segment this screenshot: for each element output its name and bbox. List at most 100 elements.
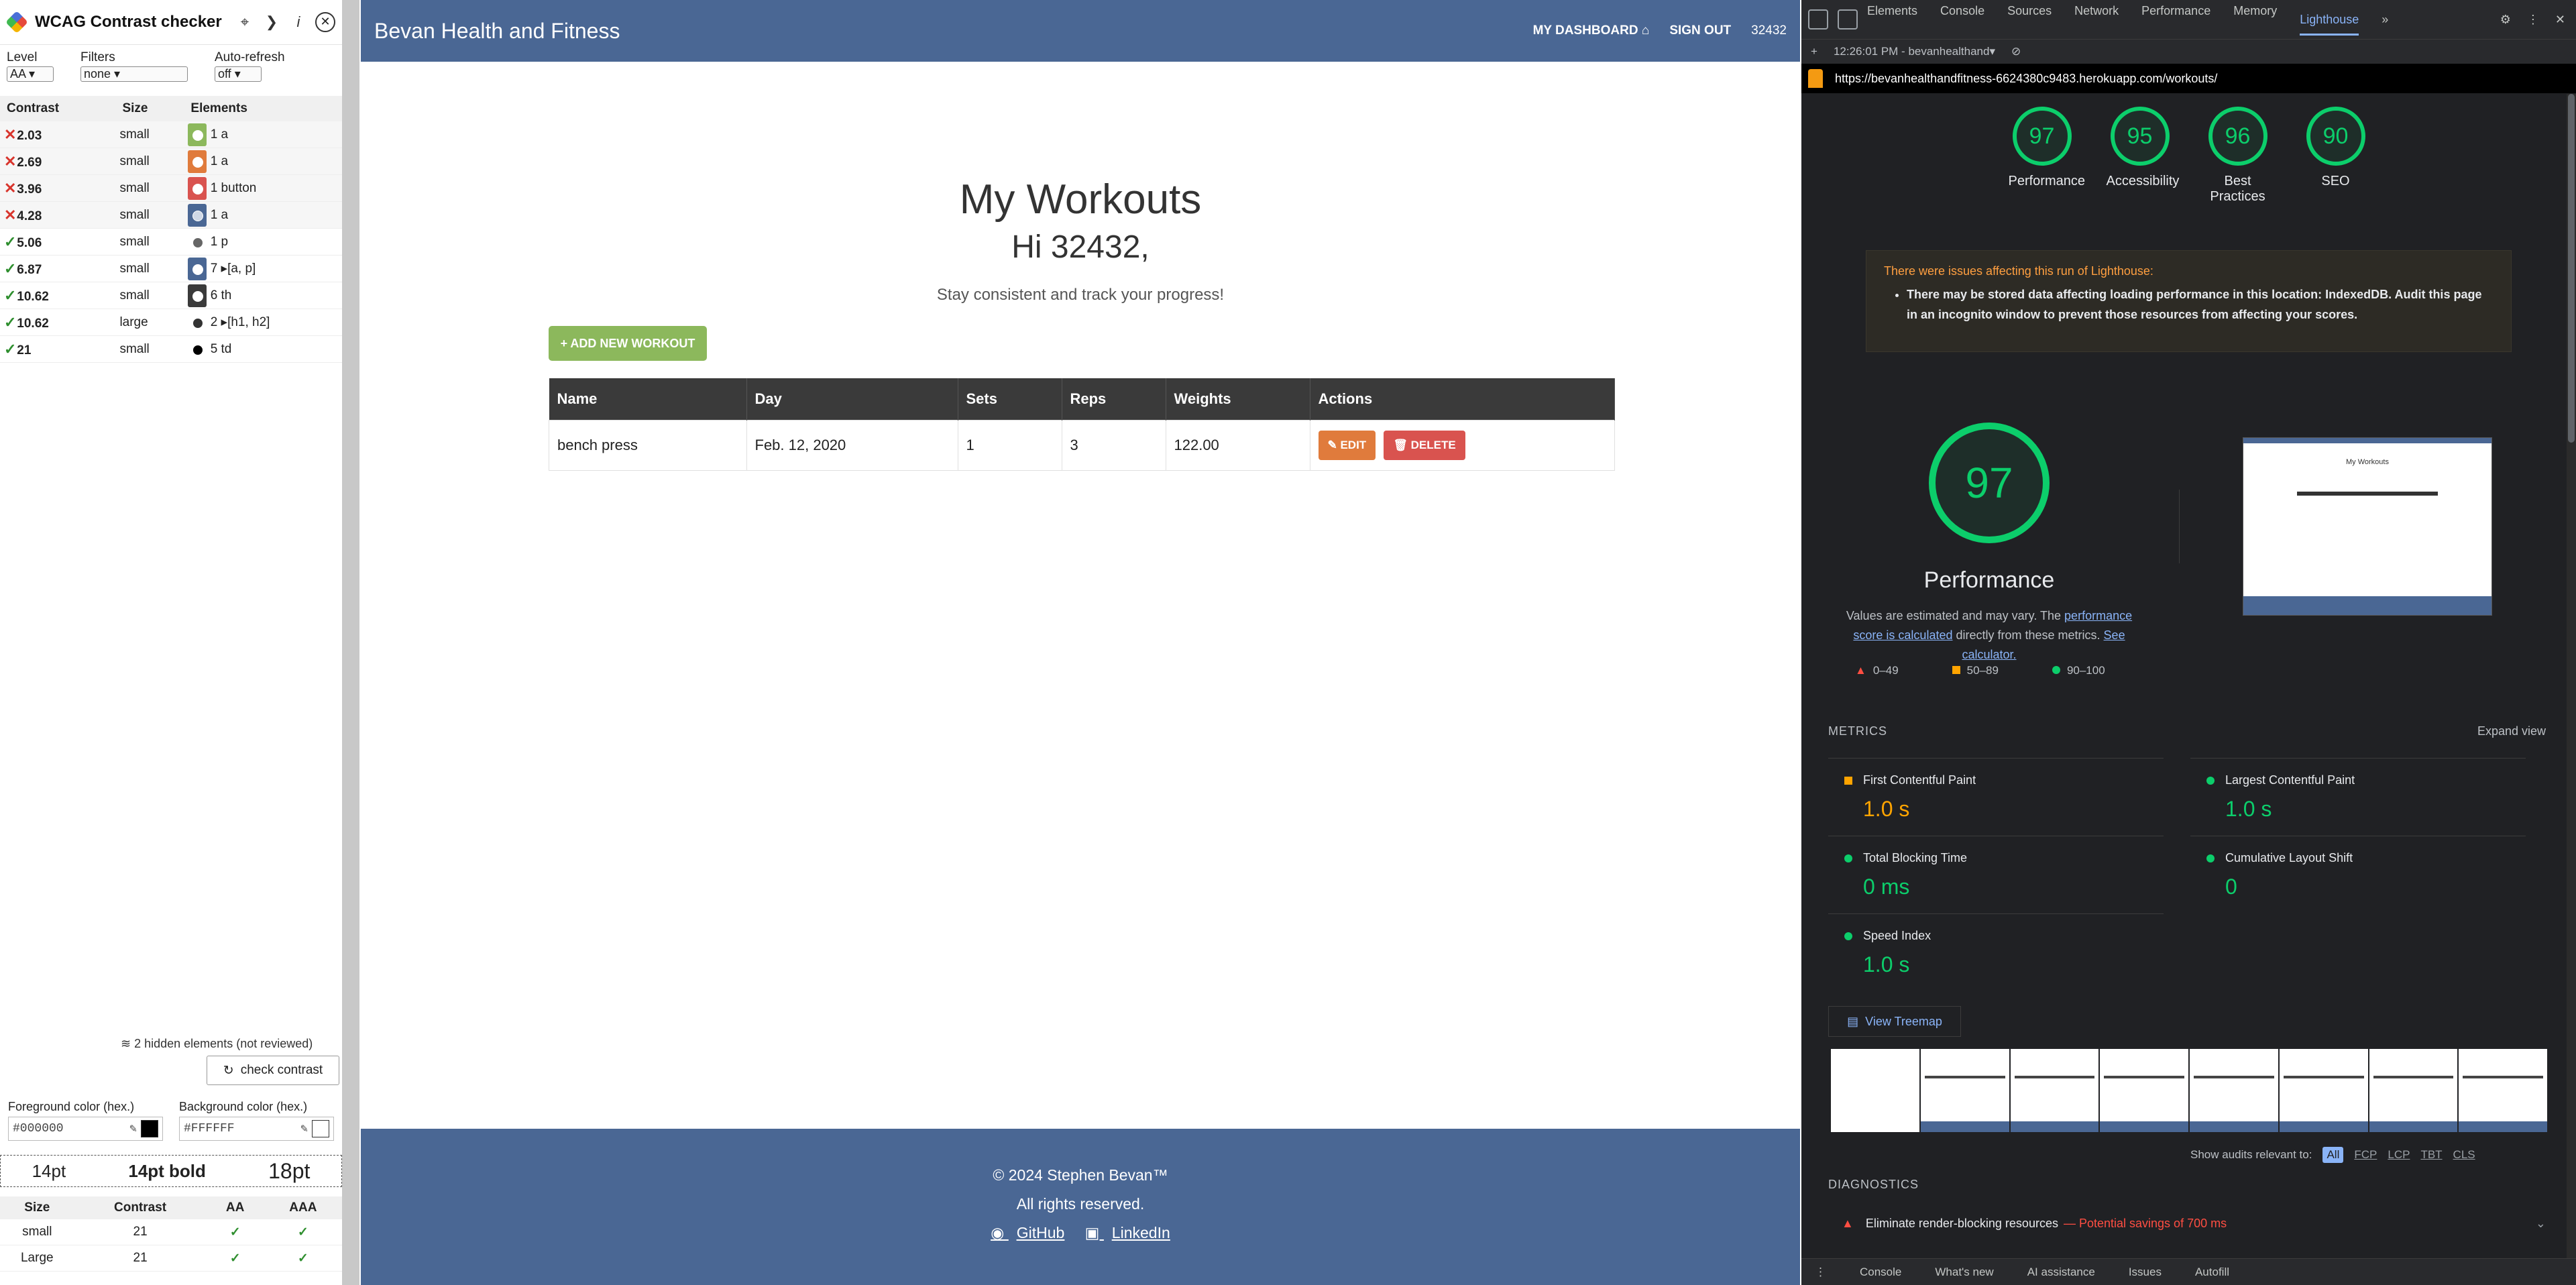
chevron-down-icon[interactable]: ⌄: [2536, 1217, 2546, 1231]
delete-button[interactable]: 🗑 DELETE: [1384, 431, 1465, 460]
contrast-result-row[interactable]: ✓ 6.87 small 7 ▸[a, p]: [0, 255, 342, 282]
footer-copyright: © 2024 Stephen Bevan™: [993, 1166, 1168, 1184]
triangle-icon: ▲: [1855, 664, 1866, 677]
summary-row: Large 21 ✓ ✓: [0, 1245, 342, 1272]
elements-cell: 1 a: [184, 148, 342, 175]
site-footer: © 2024 Stephen Bevan™ All rights reserve…: [361, 1129, 1800, 1285]
contrast-result-row[interactable]: ✓ 5.06 small 1 p: [0, 228, 342, 256]
panel-resize-gutter[interactable]: [342, 0, 359, 1285]
dock-icon[interactable]: ❯: [262, 12, 282, 32]
contrast-result-row[interactable]: ✕ 2.69 small 1 a: [0, 148, 342, 175]
filter-all[interactable]: All: [2322, 1147, 2344, 1163]
col-elements: Elements: [184, 96, 342, 121]
level-select[interactable]: AA: [7, 66, 54, 82]
background-input[interactable]: #FFFFFF ✎: [179, 1117, 334, 1141]
fail-triangle-icon: ▲: [1842, 1217, 1854, 1230]
performance-score-gauge: 97: [1929, 423, 2050, 543]
hidden-elements-note: ≋ 2 hidden elements (not reviewed): [121, 1037, 313, 1050]
filter-cls[interactable]: CLS: [2453, 1148, 2475, 1162]
eyedropper-icon[interactable]: ✎: [129, 1121, 137, 1136]
new-report-plus-icon[interactable]: +: [1811, 45, 1817, 58]
nav-my-dashboard[interactable]: MY DASHBOARD ⌂: [1533, 23, 1650, 38]
metrics-header: METRICS Expand view: [1828, 724, 2546, 738]
gauge-best-practices[interactable]: 96 Best Practices: [2204, 107, 2272, 241]
report-selector[interactable]: 12:26:01 PM - bevanhealthand▾: [1834, 45, 1995, 58]
filters-select[interactable]: none: [80, 66, 188, 82]
devtools-tab-memory[interactable]: Memory: [2233, 4, 2277, 36]
close-icon[interactable]: ✕: [315, 12, 335, 32]
contrast-result-row[interactable]: ✓ 10.62 large 2 ▸[h1, h2]: [0, 309, 342, 336]
contrast-cell: ✓ 10.62: [0, 282, 116, 309]
gauge-accessibility[interactable]: 95 Accessibility: [2107, 107, 2179, 241]
devtools-tab-network[interactable]: Network: [2074, 4, 2119, 36]
expand-view-button[interactable]: Expand view: [2477, 724, 2546, 738]
add-new-workout-button[interactable]: + ADD NEW WORKOUT: [549, 326, 707, 361]
gauge-seo[interactable]: 90 SEO: [2302, 107, 2369, 241]
audited-url[interactable]: https://bevanhealthandfitness-6624380c94…: [1835, 72, 2217, 86]
contrast-result-row[interactable]: ✕ 3.96 small 1 button: [0, 174, 342, 202]
devtools-scrollbar[interactable]: [2567, 94, 2576, 1261]
settings-gear-icon[interactable]: ⚙: [2500, 13, 2511, 27]
devtools-tab-console[interactable]: Console: [1940, 4, 1984, 36]
final-screenshot-thumbnail[interactable]: My Workouts: [2243, 437, 2492, 616]
pin-icon[interactable]: ⌖: [235, 12, 255, 32]
close-devtools-icon[interactable]: ✕: [2555, 13, 2565, 27]
lighthouse-url-bar: https://bevanhealthandfitness-6624380c94…: [1801, 64, 2576, 93]
linkedin-link[interactable]: ▣ LinkedIn: [1081, 1224, 1174, 1241]
drawer-tab-whats-new[interactable]: What's new: [1935, 1266, 1993, 1279]
edit-button[interactable]: ✎ EDIT: [1318, 431, 1376, 460]
filter-fcp[interactable]: FCP: [2354, 1148, 2377, 1162]
scrollbar-thumb[interactable]: [2568, 94, 2575, 443]
drawer-tab-ai-assistance[interactable]: AI assistance: [2027, 1266, 2095, 1279]
drawer-tab-autofill[interactable]: Autofill: [2195, 1266, 2229, 1279]
site-navbar: Bevan Health and Fitness MY DASHBOARD ⌂ …: [361, 0, 1800, 62]
drawer-tab-console[interactable]: Console: [1860, 1266, 1901, 1279]
autorefresh-select[interactable]: off: [215, 66, 262, 82]
kebab-menu-icon[interactable]: ⋮: [2527, 13, 2539, 27]
info-icon[interactable]: i: [288, 12, 309, 32]
gauge-score: 90: [2306, 107, 2365, 166]
status-indicator-icon: [2206, 854, 2215, 862]
size-cell: small: [115, 148, 184, 175]
elements-cell: 2 ▸[h1, h2]: [184, 309, 342, 336]
devtools-tab-performance[interactable]: Performance: [2141, 4, 2210, 36]
site-brand[interactable]: Bevan Health and Fitness: [374, 19, 1513, 44]
drawer-menu-icon[interactable]: ⋮: [1815, 1266, 1826, 1279]
eyedropper-icon[interactable]: ✎: [300, 1121, 308, 1136]
metric-value: 0 ms: [1863, 875, 1910, 899]
drawer-tab-issues[interactable]: Issues: [2129, 1266, 2162, 1279]
more-tabs-icon[interactable]: »: [2382, 13, 2388, 27]
filter-lcp[interactable]: LCP: [2388, 1148, 2410, 1162]
audit-render-blocking[interactable]: ▲ Eliminate render-blocking resources — …: [1828, 1217, 2546, 1231]
inspect-icon[interactable]: [1808, 9, 1828, 30]
contrast-result-row[interactable]: ✕ 2.03 small 1 a: [0, 121, 342, 148]
contrast-result-row[interactable]: ✓ 21 small 5 td: [0, 335, 342, 363]
github-link[interactable]: ◉ GitHub: [987, 1224, 1068, 1241]
github-icon: ◉: [991, 1224, 1009, 1241]
gauge-performance[interactable]: 97 Performance: [2009, 107, 2085, 241]
foreground-input[interactable]: #000000 ✎: [8, 1117, 163, 1141]
devtools-tab-elements[interactable]: Elements: [1867, 4, 1917, 36]
devtools-tab-sources[interactable]: Sources: [2007, 4, 2052, 36]
size-cell: large: [115, 309, 184, 336]
page-title: My Workouts: [959, 176, 1202, 223]
filter-tbt[interactable]: TBT: [2420, 1148, 2442, 1162]
devtools-tab-lighthouse[interactable]: Lighthouse: [2300, 13, 2359, 36]
contrast-result-row[interactable]: ✓ 10.62 small 6 th: [0, 282, 342, 309]
foreground-swatch[interactable]: [141, 1120, 158, 1137]
contrast-results-table: Contrast Size Elements ✕ 2.03 small 1 a ✕ …: [0, 96, 342, 363]
wcag-controls: Level AA Filters none Auto-refresh off: [0, 45, 342, 96]
device-toolbar-icon[interactable]: [1838, 9, 1858, 30]
view-treemap-button[interactable]: ▤ View Treemap: [1828, 1006, 1961, 1037]
clear-reports-icon[interactable]: ⊘: [2011, 45, 2021, 58]
metric-value: 1.0 s: [1863, 952, 1910, 976]
filmstrip-frame: [2369, 1049, 2458, 1132]
home-icon: ⌂: [1641, 23, 1650, 38]
eye-slash-icon: ≋: [121, 1037, 135, 1050]
gauge-score: 95: [2110, 107, 2170, 166]
nav-sign-out[interactable]: SIGN OUT: [1669, 23, 1731, 38]
wcag-contrast-panel: WCAG Contrast checker ⌖ ❯ i ✕ Level AA F…: [0, 0, 343, 1285]
background-swatch[interactable]: [312, 1120, 329, 1137]
check-contrast-button[interactable]: ↻ check contrast: [207, 1056, 339, 1085]
contrast-result-row[interactable]: ✕ 4.28 small 1 a: [0, 201, 342, 229]
